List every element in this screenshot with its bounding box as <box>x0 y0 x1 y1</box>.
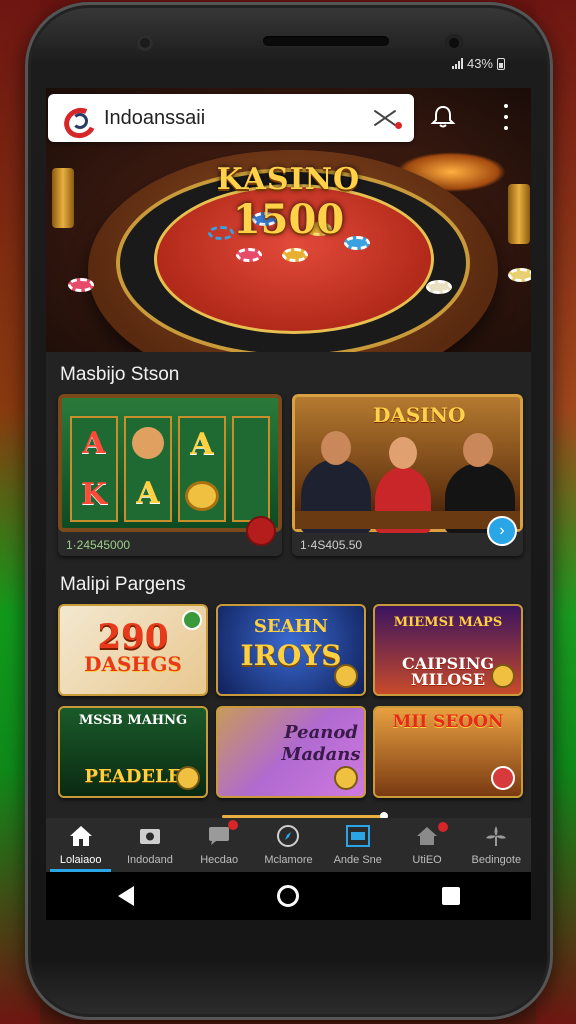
earpiece-speaker <box>263 36 389 46</box>
game-tile[interactable]: Peanod Madans <box>216 706 366 798</box>
nav-label: Ande Sne <box>333 854 382 866</box>
tabs-close-icon[interactable] <box>372 107 402 129</box>
coin-icon <box>185 480 219 511</box>
url-text[interactable]: Indoanssaii <box>104 107 372 130</box>
chip-icon <box>508 268 531 282</box>
tile-title: MSSB MAHNG <box>78 713 188 728</box>
system-navigation-bar <box>46 872 531 920</box>
wallet-icon <box>139 829 160 844</box>
play-badge-icon[interactable] <box>246 516 276 546</box>
game-tile[interactable]: MIEMSI MAPS CAIPSING MILOSE <box>373 604 523 696</box>
nav-label: Mclamore <box>264 854 313 866</box>
card-caption: 1·4S405.50 <box>300 538 363 552</box>
nav-item-compass[interactable]: Mclamore <box>254 818 323 872</box>
slot-reel: A <box>124 416 172 522</box>
nav-label: Hecdao <box>200 854 239 866</box>
address-bar[interactable]: Indoanssaii <box>48 94 414 142</box>
dealer-head <box>389 437 417 469</box>
dealer-head <box>463 433 493 467</box>
status-bar: 43% <box>451 56 505 71</box>
section-title: Malipi Pargens <box>60 574 186 595</box>
compass-icon <box>277 825 300 847</box>
sensor-icon <box>137 35 153 51</box>
bottom-navigation: Lolaiaoo Indodand Hecdao Mclamore Ande S… <box>46 818 531 872</box>
battery-icon <box>497 57 505 70</box>
badge-icon <box>491 766 515 790</box>
coin-icon <box>491 664 515 688</box>
chip-icon <box>426 280 452 294</box>
tile-subtitle: DASHGS <box>84 652 182 676</box>
slot-game-art: A K A A <box>58 394 282 532</box>
home-button-icon[interactable] <box>276 885 299 907</box>
app-screen: KASINO 1500 Indoanssaii Masbijo Stson A … <box>46 88 531 920</box>
notification-bell-icon[interactable] <box>430 104 456 130</box>
tile-title: Peanod <box>284 722 358 743</box>
nav-item-settings[interactable]: Bedingote <box>462 818 531 872</box>
nav-item-screen[interactable]: Ande Sne <box>323 818 392 872</box>
battery-percent: 43% <box>466 56 493 71</box>
game-tile[interactable]: SEAHN IROYS <box>216 604 366 696</box>
reel-symbol: A <box>190 427 214 463</box>
nav-label: UtiEO <box>412 854 442 866</box>
hero-amount: 1500 <box>232 196 345 243</box>
slot-reel <box>232 416 270 522</box>
game-card[interactable]: A K A A 1·24545000 <box>58 394 282 556</box>
reel-symbol: A <box>82 426 106 461</box>
chip-icon <box>236 248 262 262</box>
chip-icon <box>282 248 308 262</box>
tile-title: SEAHN <box>253 616 329 637</box>
hero-banner[interactable]: KASINO 1500 Indoanssaii <box>46 88 531 352</box>
notification-dot <box>227 820 238 830</box>
monkey-icon <box>132 426 164 459</box>
slot-reel: A <box>178 416 226 522</box>
reel-symbol: K <box>80 477 108 512</box>
more-menu-icon[interactable] <box>502 104 510 130</box>
tile-subtitle: Madans <box>281 744 361 765</box>
screen-icon <box>345 825 370 847</box>
coin-icon <box>334 766 358 790</box>
coin-icon <box>334 664 358 688</box>
tile-title: MII SEOON <box>392 712 504 732</box>
tile-title: MIEMSI MAPS <box>393 615 503 630</box>
nav-item-chat[interactable]: Hecdao <box>185 818 254 872</box>
table-edge <box>295 511 520 529</box>
nav-item-updates[interactable]: UtiEO <box>392 818 461 872</box>
nav-item-home[interactable]: Lolaiaoo <box>46 818 115 872</box>
section-title: Masbijo Stson <box>60 364 180 385</box>
slot-reel: A K <box>70 416 118 522</box>
notification-dot <box>437 822 448 832</box>
nav-item-wallet[interactable]: Indodand <box>115 818 184 872</box>
nav-label: Lolaiaoo <box>59 854 102 866</box>
coin-icon <box>176 766 200 790</box>
front-camera-icon <box>445 34 463 52</box>
settings-icon <box>486 826 507 846</box>
card-art-title: DASINO <box>373 403 466 427</box>
game-tile[interactable]: MII SEOON <box>373 706 523 798</box>
signal-icon <box>451 58 463 69</box>
live-casino-art: DASINO <box>292 394 523 533</box>
game-card[interactable]: DASINO 1·4S405.50 › <box>292 394 523 556</box>
hero-title: KASINO <box>216 162 361 197</box>
home-icon <box>69 826 92 846</box>
game-tile[interactable]: MSSB MAHNG PEADELE <box>58 706 208 798</box>
reel-symbol: A <box>136 476 160 512</box>
brand-logo-icon <box>62 104 90 132</box>
back-icon[interactable] <box>117 886 134 906</box>
nav-label: Indodand <box>126 854 173 866</box>
game-tile[interactable]: 290 DASHGS <box>58 604 208 696</box>
card-caption: 1·24545000 <box>66 538 131 552</box>
badge-icon <box>182 610 202 630</box>
dealer-head <box>321 431 351 465</box>
recent-apps-icon[interactable] <box>441 887 460 905</box>
chip-icon <box>68 278 94 292</box>
nav-label: Bedingote <box>471 854 522 866</box>
home-alert-icon <box>417 827 438 845</box>
play-badge-icon[interactable]: › <box>487 516 517 546</box>
